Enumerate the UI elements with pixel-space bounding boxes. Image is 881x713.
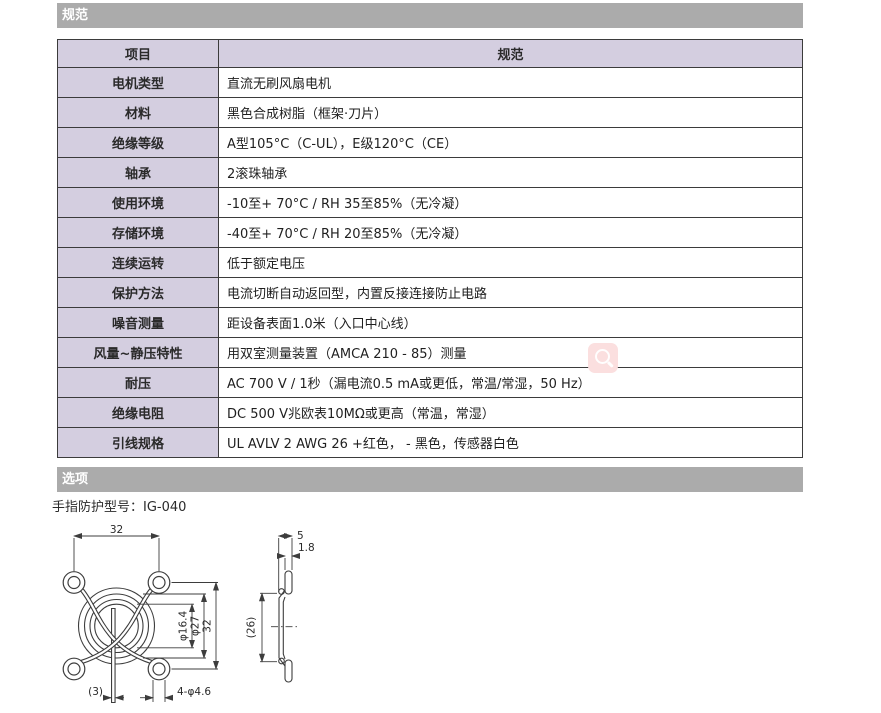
row-label: 引线规格 xyxy=(58,428,219,458)
table-row: 存储环境 -40至+ 70°C / RH 20至85%（无冷凝） xyxy=(58,218,803,248)
row-label: 存储环境 xyxy=(58,218,219,248)
table-row: 保护方法 电流切断自动返回型，内置反接连接防止电路 xyxy=(58,278,803,308)
row-value: 距设备表面1.0米（入口中心线） xyxy=(219,308,803,338)
row-label: 轴承 xyxy=(58,158,219,188)
spec-table: 项目 规范 电机类型 直流无刷风扇电机 材料 黑色合成树脂（框架·刀片） 绝缘等… xyxy=(57,39,803,458)
options-section-title: 选项 xyxy=(62,472,88,487)
table-row: 风量~静压特性 用双室测量装置（AMCA 210 - 85）测量 xyxy=(58,338,803,368)
row-value: AC 700 V / 1秒（漏电流0.5 mA或更低，常温/常湿，50 Hz） xyxy=(219,368,803,398)
table-row: 电机类型 直流无刷风扇电机 xyxy=(58,68,803,98)
table-row: 轴承 2滚珠轴承 xyxy=(58,158,803,188)
dim-mount-holes: 4-φ4.6 xyxy=(177,686,211,698)
row-value: A型105°C（C-UL），E级120°C（CE） xyxy=(219,128,803,158)
column-header-item: 项目 xyxy=(58,40,219,68)
spec-section-header: 规范 xyxy=(57,3,803,28)
side-view-dimensions xyxy=(260,536,300,662)
dim-side-thickness: 1.8 xyxy=(298,542,315,554)
dim-inner-diameter: φ16.4 xyxy=(178,611,190,642)
search-handle-glyph xyxy=(607,361,614,368)
row-label: 材料 xyxy=(58,98,219,128)
dim-front-height: 32 xyxy=(202,619,214,632)
finger-guard-drawing: 32 φ16.4 φ27 32 (3) 4-φ4.6 5 1.8 (26) xyxy=(40,520,362,713)
row-value: -40至+ 70°C / RH 20至85%（无冷凝） xyxy=(219,218,803,248)
row-value: UL AVLV 2 AWG 26 +红色， - 黑色，传感器白色 xyxy=(219,428,803,458)
row-label: 噪音测量 xyxy=(58,308,219,338)
row-label: 保护方法 xyxy=(58,278,219,308)
row-label: 连续运转 xyxy=(58,248,219,278)
table-row: 耐压 AC 700 V / 1秒（漏电流0.5 mA或更低，常温/常湿，50 H… xyxy=(58,368,803,398)
row-value: -10至+ 70°C / RH 35至85%（无冷凝） xyxy=(219,188,803,218)
row-value: 直流无刷风扇电机 xyxy=(219,68,803,98)
options-section-header: 选项 xyxy=(57,467,803,492)
row-value: DC 500 V兆欧表10MΩ或更高（常温，常湿） xyxy=(219,398,803,428)
row-value: 低于额定电压 xyxy=(219,248,803,278)
table-row: 使用环境 -10至+ 70°C / RH 35至85%（无冷凝） xyxy=(58,188,803,218)
row-label: 电机类型 xyxy=(58,68,219,98)
row-label: 使用环境 xyxy=(58,188,219,218)
table-row: 绝缘电阻 DC 500 V兆欧表10MΩ或更高（常温，常湿） xyxy=(58,398,803,428)
column-header-spec: 规范 xyxy=(219,40,803,68)
dim-wire-offset: (3) xyxy=(88,686,103,698)
row-label: 耐压 xyxy=(58,368,219,398)
table-row: 绝缘等级 A型105°C（C-UL），E级120°C（CE） xyxy=(58,128,803,158)
table-row: 噪音测量 距设备表面1.0米（入口中心线） xyxy=(58,308,803,338)
finger-guard-model-note: 手指防护型号：IG-040 xyxy=(52,496,186,515)
row-value: 电流切断自动返回型，内置反接连接防止电路 xyxy=(219,278,803,308)
row-value: 黑色合成树脂（框架·刀片） xyxy=(219,98,803,128)
spec-section-title: 规范 xyxy=(62,8,88,23)
dim-front-width: 32 xyxy=(110,524,123,536)
dim-side-depth: 5 xyxy=(297,530,304,542)
row-label: 风量~静压特性 xyxy=(58,338,219,368)
dim-side-span: (26) xyxy=(246,617,258,639)
table-header-row: 项目 规范 xyxy=(58,40,803,68)
table-row: 材料 黑色合成树脂（框架·刀片） xyxy=(58,98,803,128)
row-label: 绝缘等级 xyxy=(58,128,219,158)
table-row: 连续运转 低于额定电压 xyxy=(58,248,803,278)
row-label: 绝缘电阻 xyxy=(58,398,219,428)
row-value: 用双室测量装置（AMCA 210 - 85）测量 xyxy=(219,338,803,368)
row-value: 2滚珠轴承 xyxy=(219,158,803,188)
search-icon[interactable] xyxy=(588,343,618,373)
table-row: 引线规格 UL AVLV 2 AWG 26 +红色， - 黑色，传感器白色 xyxy=(58,428,803,458)
dim-outer-diameter: φ27 xyxy=(190,616,202,636)
